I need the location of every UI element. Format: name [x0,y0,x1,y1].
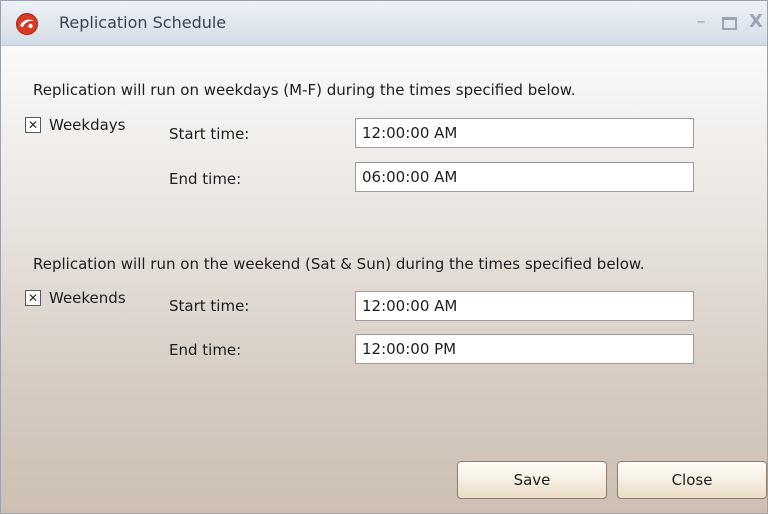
save-button[interactable]: Save [457,461,607,499]
weekdays-end-time-input[interactable] [355,162,694,192]
weekdays-end-time-label: End time: [169,170,242,188]
weekends-start-time-label: Start time: [169,297,250,315]
app-logo-icon [16,13,38,35]
weekdays-checkbox-row[interactable]: ✕ Weekdays [25,115,126,135]
minimize-icon[interactable]: – [691,11,711,33]
title-bar[interactable]: Replication Schedule – X [1,1,767,46]
weekends-description: Replication will run on the weekend (Sat… [33,255,645,273]
weekdays-checkbox[interactable]: ✕ [25,117,41,133]
close-icon[interactable]: X [746,11,766,33]
weekends-end-time-label: End time: [169,341,242,359]
weekdays-start-time-input[interactable] [355,118,694,148]
weekends-checkbox-label: Weekends [49,289,126,307]
replication-schedule-window: Replication Schedule – X Replication wil… [0,0,768,514]
weekends-checkbox-row[interactable]: ✕ Weekends [25,288,126,308]
weekdays-checkbox-label: Weekdays [49,116,126,134]
window-title: Replication Schedule [59,13,227,32]
weekdays-description: Replication will run on weekdays (M-F) d… [33,81,576,99]
weekdays-start-time-label: Start time: [169,125,250,143]
close-button[interactable]: Close [617,461,767,499]
weekends-start-time-input[interactable] [355,291,694,321]
weekends-checkbox[interactable]: ✕ [25,290,41,306]
weekends-end-time-input[interactable] [355,334,694,364]
maximize-icon[interactable] [719,11,739,33]
